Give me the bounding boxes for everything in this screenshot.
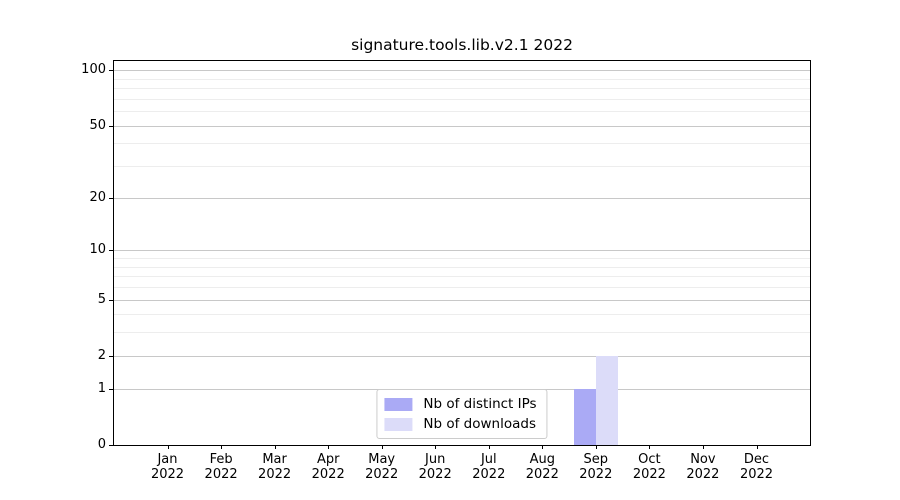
legend-item-distinct-ips: Nb of distinct IPs <box>384 396 537 412</box>
y-tick-mark <box>109 388 113 390</box>
y-tick-mark <box>109 445 113 446</box>
y-major-gridline <box>114 299 810 301</box>
plot-area: Nb of distinct IPs Nb of downloads <box>113 60 811 446</box>
x-tick-mark <box>435 445 437 449</box>
y-minor-gridline <box>114 78 810 80</box>
x-tick-month: Dec <box>743 452 770 467</box>
x-tick-mark <box>328 445 330 449</box>
y-minor-gridline <box>114 166 810 168</box>
y-tick-label: 1 <box>97 380 106 396</box>
y-minor-gridline <box>114 258 810 259</box>
x-tick-mark <box>756 445 758 449</box>
y-tick-label: 2 <box>97 347 106 363</box>
x-tick-label: Dec 2022 <box>717 452 797 482</box>
y-tick-mark <box>109 355 113 357</box>
y-major-gridline <box>114 250 810 252</box>
y-tick-mark <box>109 70 113 72</box>
y-minor-gridline <box>114 276 810 278</box>
y-major-gridline <box>114 355 810 357</box>
x-tick-year: 2022 <box>739 467 774 482</box>
legend-label-distinct-ips: Nb of distinct IPs <box>423 396 537 412</box>
legend-label-downloads: Nb of downloads <box>423 416 536 432</box>
y-tick-label: 5 <box>97 291 106 307</box>
x-tick-mark <box>221 445 223 449</box>
bar-distinct-ips <box>573 388 596 445</box>
y-tick-mark <box>109 250 113 252</box>
y-minor-gridline <box>114 98 810 100</box>
x-tick-mark <box>702 445 704 449</box>
y-tick-label: 10 <box>89 242 106 258</box>
chart-title: signature.tools.lib.v2.1 2022 <box>351 36 573 54</box>
x-tick-mark <box>274 445 276 449</box>
legend-swatch-distinct-ips <box>384 397 413 411</box>
y-tick-label: 20 <box>89 189 106 205</box>
y-minor-gridline <box>114 143 810 145</box>
x-tick-mark <box>595 445 597 449</box>
legend: Nb of distinct IPs Nb of downloads <box>376 389 548 439</box>
y-major-gridline <box>114 125 810 127</box>
y-tick-label: 0 <box>97 437 106 452</box>
x-tick-mark <box>167 445 169 449</box>
y-tick-mark <box>109 197 113 199</box>
y-tick-label: 100 <box>81 62 106 78</box>
y-tick-label: 50 <box>89 117 106 133</box>
y-minor-gridline <box>114 286 810 288</box>
x-tick-mark <box>488 445 490 449</box>
y-tick-mark <box>109 299 113 301</box>
y-minor-gridline <box>114 111 810 113</box>
y-minor-gridline <box>114 314 810 316</box>
y-minor-gridline <box>114 332 810 334</box>
y-tick-mark <box>109 125 113 127</box>
y-minor-gridline <box>114 266 810 268</box>
legend-swatch-downloads <box>384 417 413 431</box>
legend-item-downloads: Nb of downloads <box>384 416 536 432</box>
y-major-gridline <box>114 197 810 199</box>
figure: signature.tools.lib.v2.1 2022 Nb of dist… <box>0 0 900 500</box>
y-minor-gridline <box>114 88 810 89</box>
x-tick-mark <box>649 445 651 449</box>
x-tick-mark <box>542 445 544 449</box>
x-tick-mark <box>381 445 383 449</box>
bar-downloads <box>595 355 618 445</box>
y-major-gridline <box>114 70 810 72</box>
